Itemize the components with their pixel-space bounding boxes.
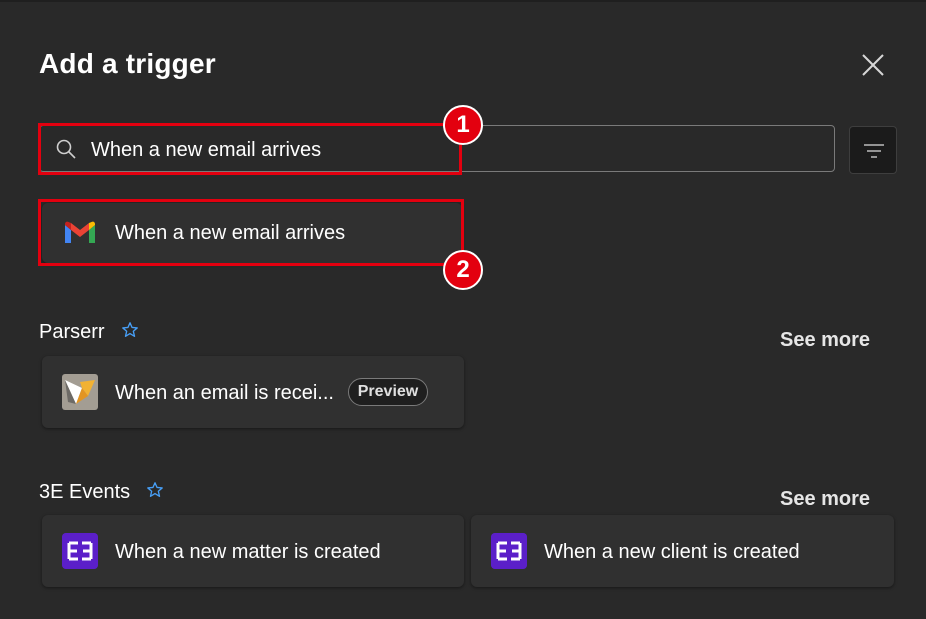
preview-badge: Preview: [348, 378, 428, 406]
trigger-card-3e-client[interactable]: When a new client is created: [471, 515, 894, 587]
annotation-badge-1: 1: [443, 105, 483, 145]
see-more-parserr[interactable]: See more: [780, 329, 870, 352]
favorite-star-icon[interactable]: [121, 321, 139, 339]
panel-title: Add a trigger: [39, 48, 216, 79]
3e-logo-icon: [62, 533, 98, 569]
panel-top-border: [0, 0, 926, 2]
section-title-3e-events: 3E Events: [39, 481, 131, 503]
trigger-card-parserr[interactable]: When an email is recei... Preview: [42, 356, 464, 428]
trigger-card-label: When a new client is created: [544, 541, 800, 563]
annotation-highlight-search: [38, 123, 462, 175]
annotation-highlight-result: [38, 199, 464, 266]
section-title-parserr: Parserr: [39, 321, 105, 343]
trigger-card-label: When an email is recei...: [115, 382, 334, 404]
favorite-star-icon[interactable]: [146, 481, 164, 499]
annotation-badge-2: 2: [443, 250, 483, 290]
close-button[interactable]: [858, 50, 888, 80]
parserr-logo-icon: [62, 374, 98, 410]
filter-button[interactable]: [849, 126, 897, 174]
filter-icon: [864, 144, 884, 158]
trigger-card-3e-matter[interactable]: When a new matter is created: [42, 515, 464, 587]
trigger-card-label: When a new matter is created: [115, 541, 381, 563]
3e-logo-icon: [491, 533, 527, 569]
close-icon: [862, 54, 884, 76]
see-more-3e-events[interactable]: See more: [780, 488, 870, 511]
add-trigger-panel: Add a trigger When a new email arrives W…: [0, 0, 926, 619]
